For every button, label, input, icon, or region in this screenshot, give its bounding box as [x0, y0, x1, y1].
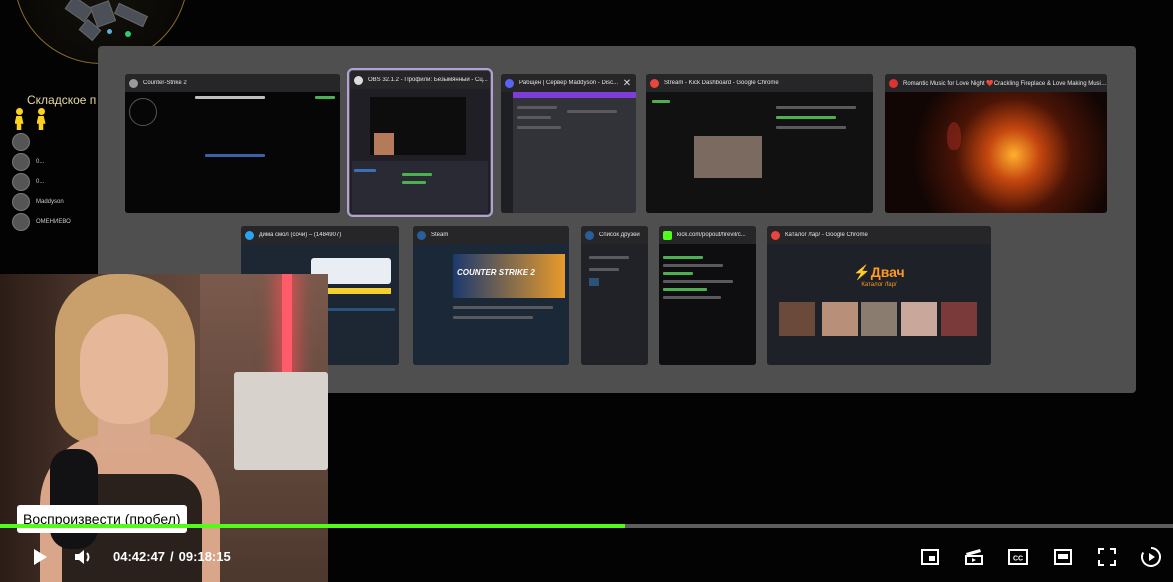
volume-icon [75, 550, 90, 564]
window-thumb-youtube-fireplace[interactable]: Romantic Music for Love Night ❤️Cracklin… [885, 74, 1107, 213]
play-icon [34, 549, 47, 565]
theater-mode-button[interactable] [1047, 540, 1079, 574]
window-titlebar: Список друзей [581, 226, 648, 244]
clip-icon [965, 549, 983, 565]
window-thumb-obs[interactable]: OBS 32.1.2 - Профили: Безымянный - Сц... [347, 68, 493, 217]
window-titlebar: Stream - Kick Dashboard - Google Chrome [646, 74, 873, 92]
close-icon[interactable]: ✕ [621, 78, 633, 89]
app-icon [129, 78, 138, 88]
steam-icon [417, 230, 426, 240]
clip-button[interactable] [958, 540, 990, 574]
window-titlebar: Steam [413, 226, 569, 244]
window-titlebar: kick.com/popout/firevil/c... [659, 226, 756, 244]
player-controls: 04:42:47 / 09:18:15 CC [0, 540, 1173, 576]
playback-speed-button[interactable] [1135, 540, 1167, 574]
time-display: 04:42:47 / 09:18:15 [113, 549, 231, 564]
window-thumb-kick-chat[interactable]: kick.com/popout/firevil/c... [659, 226, 756, 365]
steam-icon [585, 230, 594, 240]
app-icon [505, 78, 514, 88]
window-titlebar: дима смол (сочи) – (1484907) [241, 226, 399, 244]
telegram-icon [245, 230, 254, 240]
play-button[interactable] [24, 540, 56, 574]
playback-speed-icon [1141, 547, 1161, 567]
player-row: Maddyson [12, 192, 71, 212]
youtube-icon [889, 78, 898, 88]
app-icon [354, 75, 363, 85]
window-titlebar: Counter-Strike 2 [125, 74, 340, 92]
webcam-overlay [0, 274, 328, 582]
seek-bar-played [0, 524, 626, 528]
player-row: 0... [12, 172, 71, 192]
window-titlebar: Каталог /fap/ - Google Chrome [767, 226, 991, 244]
kick-icon [663, 230, 672, 240]
theater-mode-icon [1054, 549, 1072, 565]
duration: 09:18:15 [178, 549, 231, 564]
window-titlebar: Romantic Music for Love Night ❤️Cracklin… [885, 74, 1107, 92]
avatar [12, 133, 30, 151]
play-tooltip: Воспроизвести (пробел) [17, 505, 187, 533]
player-figure-icon [36, 108, 46, 130]
player-figure-icon [14, 108, 24, 130]
time-separator: / [170, 549, 174, 564]
closed-captions-button[interactable]: CC [1002, 540, 1034, 574]
volume-button[interactable] [68, 540, 100, 574]
window-titlebar: OBS 32.1.2 - Профили: Безымянный - Сц... [350, 71, 490, 89]
seek-bar[interactable] [0, 524, 1173, 528]
svg-text:CC: CC [1013, 556, 1023, 563]
window-thumb-steam[interactable]: Steam COUNTER STRIKE 2 [413, 226, 569, 365]
player-row [12, 132, 71, 152]
window-titlebar: Рабщен | Сервер Maddyson - Disc... ✕ [501, 74, 636, 92]
map-location-label: Складское п [27, 93, 97, 107]
window-thumb-dvach[interactable]: Каталог /fap/ - Google Chrome ⚡Двач Ката… [767, 226, 991, 365]
window-thumb-cs2[interactable]: Counter-Strike 2 [125, 74, 340, 213]
avatar [12, 153, 30, 171]
avatar [12, 173, 30, 191]
fullscreen-icon [1098, 548, 1116, 566]
chrome-icon [771, 230, 780, 240]
player-row: 0... [12, 152, 71, 172]
player-row: ОМЕНИЕВО [12, 212, 71, 232]
current-time: 04:42:47 [113, 549, 166, 564]
video-frame[interactable]: Складское п 0... 0... Maddyson ОМЕНИЕВО … [0, 0, 1173, 582]
avatar [12, 213, 30, 231]
avatar [12, 193, 30, 211]
chrome-icon [650, 78, 659, 88]
closed-captions-icon: CC [1008, 549, 1028, 565]
window-thumb-discord[interactable]: Рабщен | Сервер Maddyson - Disc... ✕ [501, 74, 636, 213]
window-thumb-kick-dashboard[interactable]: Stream - Kick Dashboard - Google Chrome [646, 74, 873, 213]
fullscreen-button[interactable] [1091, 540, 1123, 574]
picture-in-picture-icon [921, 549, 939, 565]
team-alive-icons [14, 108, 54, 130]
pip-button[interactable] [914, 540, 946, 574]
window-thumb-friends-list[interactable]: Список друзей [581, 226, 648, 365]
player-list: 0... 0... Maddyson ОМЕНИЕВО [12, 132, 71, 232]
